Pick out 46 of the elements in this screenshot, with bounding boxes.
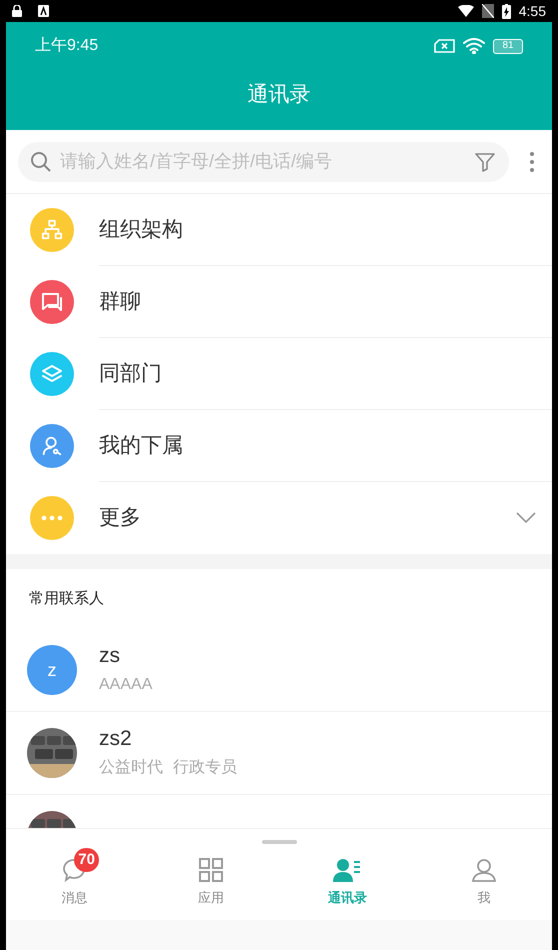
- menu-item[interactable]: 群聊: [6, 266, 552, 338]
- grid-icon: [198, 857, 224, 883]
- clock: 上午9:45: [35, 36, 98, 56]
- contacts-icon: [333, 857, 362, 883]
- contact-item[interactable]: zs2 公益时代 行政专员: [6, 712, 552, 795]
- person-icon: [41, 435, 63, 457]
- battery-indicator: 81: [493, 38, 523, 54]
- menu-item[interactable]: 组织架构: [6, 194, 552, 266]
- menu-label: 同部门: [99, 360, 162, 387]
- lock-icon: [12, 5, 22, 17]
- page-title: 通讯录: [248, 82, 310, 108]
- menu-item[interactable]: 同部门: [6, 338, 552, 410]
- nav-tab[interactable]: 应用: [142, 844, 279, 920]
- contact-name: zs2: [99, 726, 133, 752]
- drag-handle[interactable]: [262, 840, 296, 844]
- battery-charging-icon: [502, 4, 511, 18]
- search-icon: [30, 150, 52, 172]
- clock: 4:55: [518, 2, 546, 20]
- menu-label: 群聊: [99, 288, 141, 315]
- org-chart-icon: [41, 219, 63, 241]
- menu-item[interactable]: 我的下属: [6, 410, 552, 482]
- section-title: 常用联系人: [29, 588, 104, 609]
- contact-item[interactable]: z zs AAAAA: [6, 629, 552, 712]
- contact-detail: 行政专员: [173, 758, 237, 778]
- nav-tab[interactable]: 我: [416, 844, 552, 920]
- menu-label: 组织架构: [99, 216, 183, 243]
- app-notification-icon: [38, 5, 49, 17]
- search-field[interactable]: 请输入姓名/首字母/全拼/电话/编号: [18, 142, 509, 182]
- avatar: z: [27, 645, 77, 695]
- menu-label: 更多: [99, 505, 142, 532]
- unread-badge: 70: [74, 848, 99, 872]
- no-sim-icon: [482, 4, 494, 18]
- contact-detail: AAAAA: [99, 675, 152, 696]
- menu-item[interactable]: 更多: [6, 482, 552, 554]
- filter-icon[interactable]: [475, 152, 495, 172]
- wifi-icon: [463, 38, 485, 54]
- sim-error-icon: [434, 39, 455, 53]
- more-options-icon[interactable]: [530, 152, 534, 172]
- contact-name: zs: [99, 642, 121, 669]
- wifi-icon: [458, 5, 474, 17]
- ellipsis-icon: [41, 515, 63, 521]
- user-icon: [470, 857, 497, 883]
- contact-detail: 公益时代: [99, 758, 163, 778]
- chat-icon: [40, 290, 64, 314]
- menu-label: 我的下属: [99, 432, 183, 459]
- nav-tab[interactable]: 70 消息: [6, 844, 142, 920]
